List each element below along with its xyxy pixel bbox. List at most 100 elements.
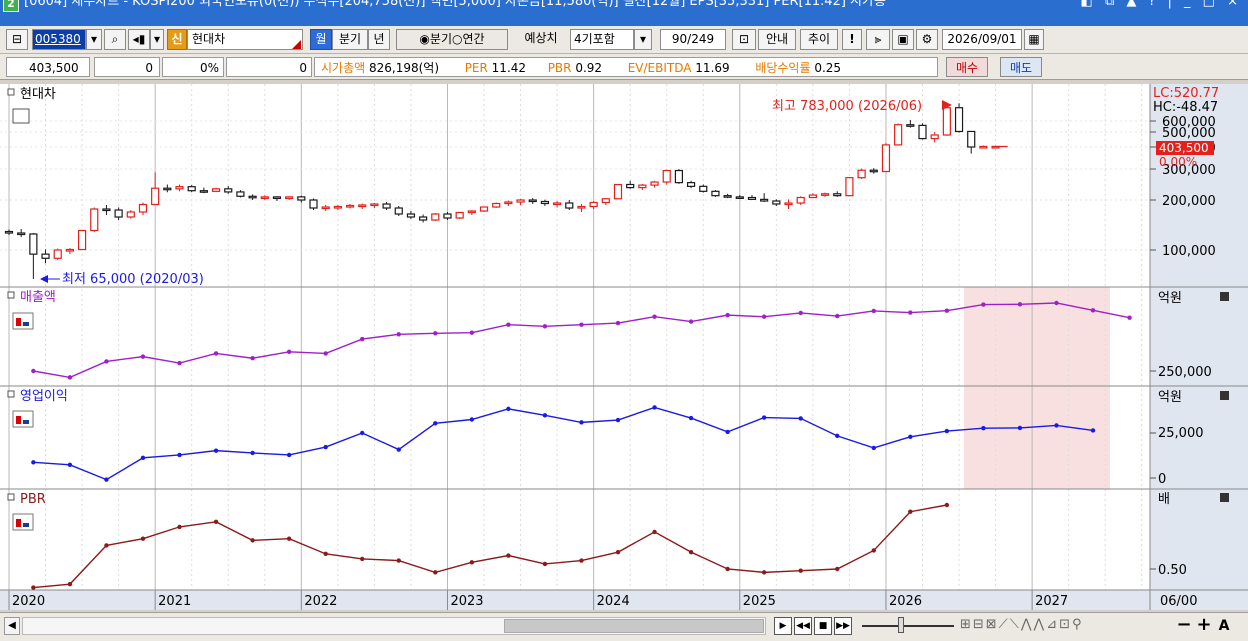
close-panel-icon[interactable] [1220,391,1229,400]
mktcap-value: 826,198(억) [369,61,440,75]
period-year-button[interactable]: 년 [368,29,390,50]
sales-point [871,308,876,314]
candle-body [406,213,416,218]
candle-body [674,169,684,184]
candle-body [467,210,476,214]
op-profit-point [104,477,109,482]
calendar-icon[interactable]: ▦ [1024,29,1044,50]
pbr-point [835,566,840,572]
buy-button[interactable]: 매수 [946,57,988,77]
gear-icon[interactable]: ⚙ [916,29,938,50]
candle-body [41,253,50,259]
guide-button[interactable]: 안내 [758,29,796,50]
chart-settings-icon[interactable]: ⫸ [866,29,890,50]
zoom-out-icon[interactable]: − [1176,615,1192,637]
pbr-unit: 배 [1158,492,1170,507]
bar-chart-icon-bar [23,420,29,424]
save-icon[interactable]: ▣ [892,29,914,50]
close-panel-icon[interactable] [1220,292,1229,301]
auto-scale-icon[interactable]: A [1216,615,1232,637]
window-menu-icon[interactable]: ⊟ [6,29,28,50]
candle-body [504,201,513,205]
candle-body [272,196,282,200]
code-dropdown-icon[interactable]: ▾ [86,29,102,50]
op-tick-25000: 25,000 [1158,426,1204,441]
op-profit-point [360,430,365,436]
candle-body [565,202,574,209]
candle-body [479,206,489,212]
sell-button[interactable]: 매도 [1000,57,1042,77]
financial-chart[interactable]: 현대차 매출액 영업이익 PBR 최고 783,000 (2026/06) 최저… [0,84,1248,610]
pbr-point [506,553,511,558]
stop-icon[interactable]: ■ [814,617,832,635]
forward-icon[interactable]: ▶▶ [834,617,852,635]
zoom-slider-handle[interactable] [898,617,904,633]
x-axis-label: 2022 [304,594,337,609]
sales-point [981,302,986,307]
window-title-bar: 2 [0604] 재무차트 - KOSPI200 외국인보유(0(천)) 주식수… [0,0,1248,26]
drawing-tools-icon[interactable]: ⊞⊟⊠⟋⟍⋀⋀⊿⊡⚲ [960,617,1160,635]
candle-body [638,184,647,189]
estimate-dropdown-icon[interactable]: ▾ [634,29,652,50]
stock-name-field[interactable]: 현대차 [187,29,303,50]
pbr-point [798,568,803,573]
window-controls[interactable]: ◧ ⧉ ▲ ? | _ □ × [1081,0,1242,12]
candle-body [699,185,708,192]
zoom-icon[interactable]: ⊡ [732,29,756,50]
radio-quarter-label: 분기 [429,32,452,46]
trend-button[interactable]: 추이 [800,29,838,50]
sales-point [1090,308,1096,313]
close-panel-icon[interactable] [1220,493,1229,502]
op-profit-point [1017,425,1023,431]
pbr-point [213,519,219,525]
pbr-point [250,538,255,543]
radio-quarter[interactable]: ◉분기 [419,32,452,46]
scroll-thumb[interactable] [504,619,764,633]
search-icon[interactable]: ⌕ [104,29,126,50]
candle-body [333,205,342,209]
stock-code-input[interactable]: 005380 [32,29,86,50]
sales-point [67,375,73,380]
scroll-left-icon[interactable]: ◀ [4,617,20,635]
pbr-point [944,502,950,508]
period-quarter-button[interactable]: 분기 [332,29,368,50]
radio-annual[interactable]: ○연간 [452,32,485,46]
candle-body [894,124,903,146]
candle-body [163,187,172,191]
op-profit-point [177,452,182,458]
speaker-dropdown-icon[interactable]: ▾ [150,29,164,50]
op-profit-point [286,452,292,458]
alert-button[interactable]: ! [842,29,862,50]
candle-body [4,230,14,234]
rewind-icon[interactable]: ◀◀ [794,617,812,635]
candle-body [297,196,306,201]
estimate-select[interactable]: 4기포함 [570,29,634,50]
x-axis-label: 2027 [1035,594,1068,609]
play-icon[interactable]: ▶ [774,617,792,635]
op-profit-point [761,415,767,420]
sales-point [213,351,219,356]
period-radio-group: ◉분기○연간 [396,29,508,50]
sales-panel-title: 매출액 [20,290,56,305]
pbr-point [104,543,109,548]
zoom-slider[interactable] [862,625,954,627]
bar-chart-icon-bar [16,416,21,424]
x-axis-label: 2026 [889,594,922,609]
op-profit-point [469,417,475,422]
candle-body [419,216,428,221]
pbr-tick: 0.50 [1158,563,1187,578]
panel-marker [7,88,15,96]
op-profit-point [725,429,730,435]
zoom-in-icon[interactable]: + [1196,615,1212,637]
period-month-button[interactable]: 월 [310,29,332,50]
candle-body [53,249,62,259]
speaker-icon[interactable]: ◂▮ [128,29,150,50]
table-icon[interactable] [12,108,30,124]
candle-body [211,188,221,192]
candle-body [199,190,208,193]
fundamentals-strip: 시가총액 826,198(억) PER 11.42 PBR 0.92 EV/EB… [314,57,938,77]
date-input[interactable]: 2026/09/01 [942,29,1022,50]
low-annotation: 최저 65,000 (2020/03) [62,272,204,287]
page-counter: 90/249 [660,29,726,50]
new-badge: 신 [167,29,187,50]
